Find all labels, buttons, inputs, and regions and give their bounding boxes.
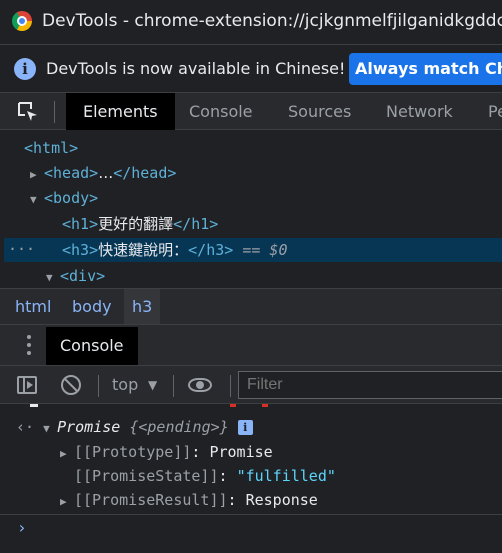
chrome-logo-icon [12, 11, 32, 31]
expand-triangle-icon[interactable]: ▶ [30, 164, 44, 186]
always-match-button[interactable]: Always match Chro [349, 53, 502, 85]
console-prop-state: [[PromiseState]]: "fulfilled" [74, 467, 336, 485]
context-dropdown-icon[interactable]: ▼ [148, 366, 157, 404]
dom-node-h3-selected[interactable]: <h3>快速鍵說明：</h3> == $0 [62, 239, 287, 261]
console-output: ‹· ▼ Promise {<pending>} i ▶ [[Prototype]]… [0, 404, 502, 553]
breadcrumb-html[interactable]: html [7, 289, 59, 324]
dom-node-body[interactable]: ▼ <body> [30, 187, 98, 209]
collapse-triangle-icon[interactable]: ▼ [43, 418, 57, 440]
toolbar-separator [173, 375, 174, 397]
drawer-header: Console [0, 324, 502, 366]
language-infobar: i DevTools is now available in Chinese! … [0, 44, 502, 92]
devtools-tabbar: Elements Console Sources Network Pe [0, 92, 502, 130]
scrolled-content-edge [30, 404, 268, 407]
toolbar-separator [98, 375, 99, 397]
console-prompt-icon[interactable]: › [17, 518, 27, 537]
node-actions-ellipsis-icon[interactable]: ··· [8, 240, 35, 258]
collapse-triangle-icon[interactable]: ▼ [30, 189, 44, 211]
result-arrow-icon: ‹· [16, 418, 35, 436]
dom-node-html[interactable]: <html> [24, 137, 78, 159]
expand-triangle-icon[interactable]: ▶ [60, 443, 74, 465]
more-vert-icon[interactable] [27, 335, 31, 355]
console-result-promise[interactable]: ‹· ▼ Promise {<pending>} i [16, 416, 253, 438]
elements-dom-tree: ··· <html> ▶ <head>…</head> ▼ <body> <h1>更… [0, 130, 502, 288]
tab-sources[interactable]: Sources [288, 93, 351, 130]
expand-triangle-icon[interactable]: ▶ [60, 491, 74, 513]
window-titlebar: DevTools - chrome-extension://jcjkgnmelf… [0, 0, 502, 44]
console-prop-result[interactable]: ▶ [[PromiseResult]]: Response [60, 489, 318, 511]
console-prop-prototype[interactable]: ▶ [[Prototype]]: Promise [60, 441, 273, 463]
collapse-triangle-icon[interactable]: ▼ [46, 267, 60, 289]
console-prompt-divider [0, 514, 502, 515]
tab-performance[interactable]: Pe [488, 93, 502, 130]
breadcrumb-body[interactable]: body [64, 289, 120, 324]
dom-node-h1[interactable]: <h1>更好的翻譯</h1> [62, 213, 218, 235]
tab-network[interactable]: Network [386, 93, 453, 130]
info-icon: i [14, 58, 36, 80]
dom-node-div[interactable]: ▼ <div> [46, 265, 105, 287]
dom-node-head[interactable]: ▶ <head>…</head> [30, 162, 176, 184]
live-expression-eye-icon[interactable] [188, 378, 212, 392]
breadcrumb: html body h3 [0, 288, 502, 324]
clear-console-icon[interactable] [61, 375, 81, 395]
window-title: DevTools - chrome-extension://jcjkgnmelf… [42, 11, 502, 31]
tab-separator [54, 101, 55, 123]
show-sidebar-icon[interactable] [17, 376, 37, 394]
inspect-element-icon[interactable] [17, 101, 39, 123]
tab-elements[interactable]: Elements [66, 93, 175, 130]
console-filter-input[interactable] [238, 371, 502, 399]
tab-console[interactable]: Console [189, 93, 253, 130]
drawer-tab-console[interactable]: Console [46, 327, 138, 365]
info-icon[interactable]: i [237, 420, 253, 435]
console-toolbar: top ▼ [0, 366, 502, 404]
context-selector[interactable]: top [112, 366, 138, 404]
breadcrumb-h3[interactable]: h3 [124, 289, 161, 324]
toolbar-separator [230, 375, 231, 397]
infobar-message: DevTools is now available in Chinese! [46, 59, 346, 78]
